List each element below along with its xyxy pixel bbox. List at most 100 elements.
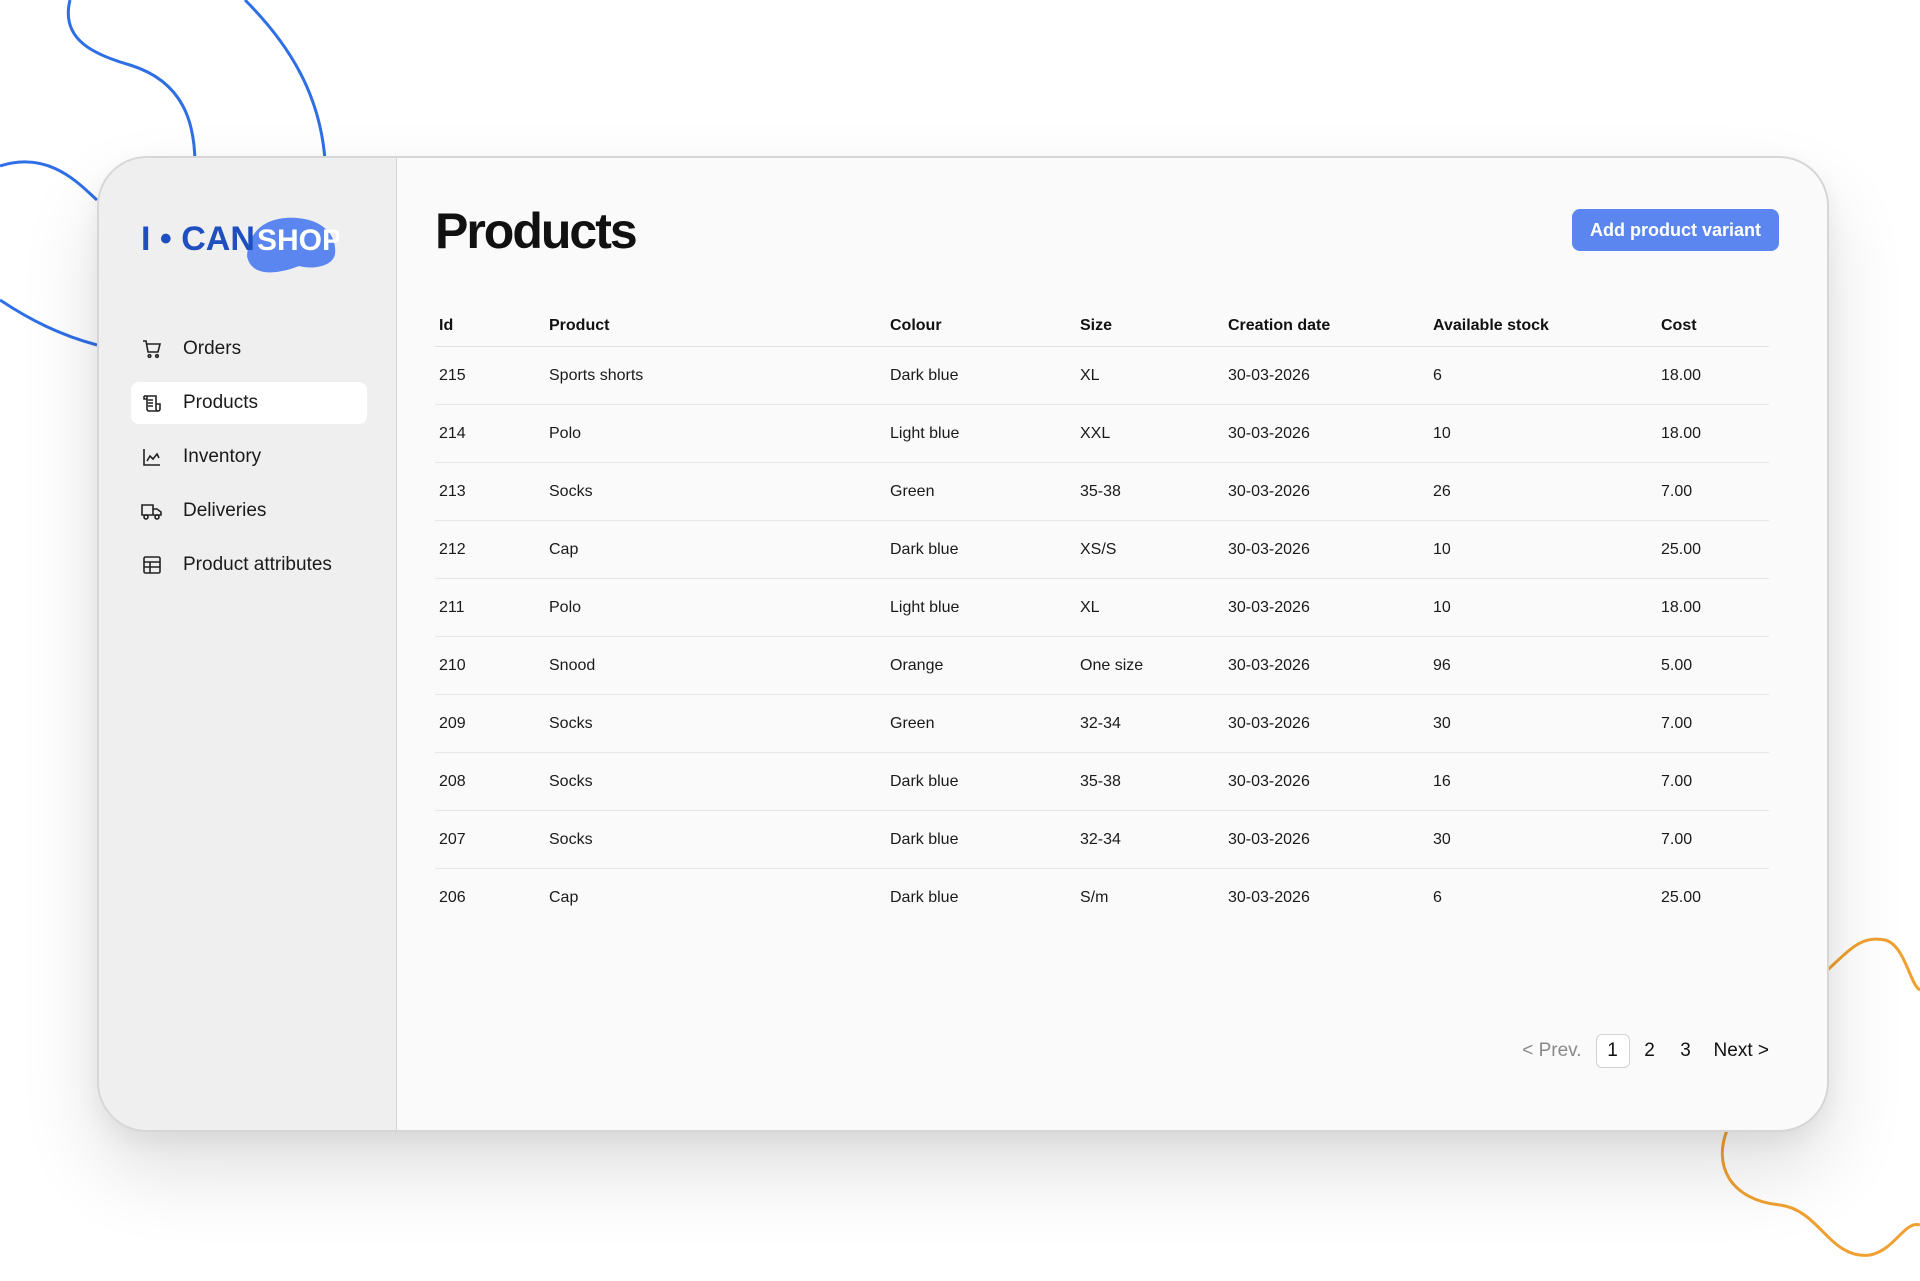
pagination-page-3[interactable]: 3 — [1670, 1035, 1702, 1067]
cell-size: 32-34 — [1076, 694, 1224, 753]
cell-available-stock: 30 — [1429, 694, 1657, 753]
blue-squiggle-right — [243, 0, 327, 161]
cell-id: 212 — [435, 520, 545, 579]
pagination-page-2[interactable]: 2 — [1634, 1035, 1666, 1067]
cell-colour: Dark blue — [886, 346, 1076, 405]
cell-colour: Dark blue — [886, 752, 1076, 811]
sidebar-item-label: Inventory — [183, 446, 262, 467]
sidebar-item-deliveries[interactable]: Deliveries — [131, 490, 367, 532]
table-header-row: Id Product Colour Size Creation date Ava… — [435, 306, 1769, 347]
logo-text-right: SHOP — [257, 224, 339, 257]
cell-available-stock: 96 — [1429, 636, 1657, 695]
sidebar-item-products[interactable]: Products — [131, 382, 367, 424]
sidebar-item-label: Deliveries — [183, 500, 267, 521]
cell-colour: Dark blue — [886, 520, 1076, 579]
sidebar-item-inventory[interactable]: Inventory — [131, 436, 367, 478]
column-header-available-stock[interactable]: Available stock — [1429, 306, 1657, 347]
column-header-id[interactable]: Id — [435, 306, 545, 347]
truck-icon — [141, 500, 163, 522]
sidebar-item-label: Orders — [183, 338, 242, 359]
cell-product: Socks — [545, 694, 886, 753]
cell-id: 206 — [439, 888, 466, 906]
pagination: < Prev. 1 2 3 Next > — [1522, 1034, 1769, 1068]
cell-colour: Light blue — [886, 404, 1076, 463]
sidebar-item-label: Products — [183, 392, 258, 413]
table-row[interactable]: 207 Socks Dark blue 32-34 30-03-2026 30 … — [435, 810, 1769, 869]
pagination-page-1[interactable]: 1 — [1595, 1034, 1630, 1068]
receipt-icon — [141, 392, 163, 414]
cell-colour: Green — [886, 462, 1076, 521]
cell-id: 208 — [435, 752, 545, 811]
cell-id: 214 — [435, 404, 545, 463]
cell-product: Snood — [545, 636, 886, 695]
cell-size: 35-38 — [1076, 752, 1224, 811]
cell-available-stock: 26 — [1429, 462, 1657, 521]
chart-icon — [141, 446, 163, 468]
table-row[interactable]: 209 Socks Green 32-34 30-03-2026 30 7.00 — [435, 694, 1769, 753]
table-row[interactable]: 210 Snood Orange One size 30-03-2026 96 … — [435, 636, 1769, 695]
cell-creation-date: 30-03-2026 — [1224, 404, 1429, 463]
sidebar-nav: Orders Products Inventory Deliveries Pro… — [131, 328, 367, 598]
cell-size: S/m — [1080, 888, 1109, 906]
cell-colour: Orange — [886, 636, 1076, 695]
cell-size: 35-38 — [1076, 462, 1224, 521]
table-row[interactable]: 215 Sports shorts Dark blue XL 30-03-202… — [435, 346, 1769, 405]
cell-product: Socks — [545, 810, 886, 869]
cell-creation-date: 30-03-2026 — [1224, 462, 1429, 521]
app-window: I • CAN SHOP Orders Products Inventory D… — [97, 156, 1829, 1132]
cell-size: 32-34 — [1076, 810, 1224, 869]
column-header-cost[interactable]: Cost — [1657, 306, 1769, 347]
pagination-prev-link[interactable]: < Prev. — [1522, 1040, 1581, 1062]
cell-cost: 18.00 — [1657, 404, 1769, 463]
cell-cost: 7.00 — [1657, 694, 1769, 753]
sidebar-item-label: Product attributes — [183, 554, 332, 575]
cell-cost: 7.00 — [1657, 810, 1769, 869]
cell-available-stock: 10 — [1429, 404, 1657, 463]
table-row[interactable]: 214 Polo Light blue XXL 30-03-2026 10 18… — [435, 404, 1769, 463]
cell-product: Socks — [545, 752, 886, 811]
logo-text-left: I • CAN — [141, 220, 255, 258]
cell-product: Sports shorts — [545, 346, 886, 405]
column-header-product[interactable]: Product — [545, 306, 886, 347]
cell-available-stock: 6 — [1429, 346, 1657, 405]
cell-size: XS/S — [1076, 520, 1224, 579]
sidebar: I • CAN SHOP Orders Products Inventory D… — [99, 158, 397, 1130]
pagination-next-link[interactable]: Next > — [1714, 1040, 1769, 1062]
table-icon — [141, 554, 163, 576]
sidebar-item-orders[interactable]: Orders — [131, 328, 367, 370]
cell-id: 215 — [435, 346, 545, 405]
cell-id: 209 — [435, 694, 545, 753]
column-header-creation-date[interactable]: Creation date — [1224, 306, 1429, 347]
column-header-size[interactable]: Size — [1076, 306, 1224, 347]
table-row[interactable]: 208 Socks Dark blue 35-38 30-03-2026 16 … — [435, 752, 1769, 811]
cell-available-stock: 16 — [1429, 752, 1657, 811]
cell-available-stock: 6 — [1433, 888, 1442, 906]
cell-colour: Green — [886, 694, 1076, 753]
cell-creation-date: 30-03-2026 — [1224, 694, 1429, 753]
brand-logo[interactable]: I • CAN SHOP — [139, 198, 339, 278]
table-row[interactable]: 211 Polo Light blue XL 30-03-2026 10 18.… — [435, 578, 1769, 637]
cell-product: Cap — [545, 520, 886, 579]
cell-cost: 25.00 — [1657, 520, 1769, 579]
main-content: Products Add product variant Id Product … — [397, 158, 1827, 1130]
table-row[interactable]: 213 Socks Green 35-38 30-03-2026 26 7.00 — [435, 462, 1769, 521]
cell-id: 213 — [435, 462, 545, 521]
cell-cost: 18.00 — [1657, 578, 1769, 637]
column-header-colour[interactable]: Colour — [886, 306, 1076, 347]
cell-creation-date: 30-03-2026 — [1228, 888, 1310, 906]
cell-colour: Dark blue — [886, 810, 1076, 869]
cell-product: Polo — [545, 578, 886, 637]
cell-creation-date: 30-03-2026 — [1224, 520, 1429, 579]
cell-product: Cap — [549, 888, 579, 906]
add-product-variant-button[interactable]: Add product variant — [1571, 209, 1779, 251]
products-table: Id Product Colour Size Creation date Ava… — [435, 306, 1769, 926]
cell-cost: 5.00 — [1657, 636, 1769, 695]
cell-creation-date: 30-03-2026 — [1224, 636, 1429, 695]
cell-available-stock: 30 — [1429, 810, 1657, 869]
cell-product: Polo — [545, 404, 886, 463]
table-row[interactable]: 212 Cap Dark blue XS/S 30-03-2026 10 25.… — [435, 520, 1769, 579]
cell-size: XL — [1076, 578, 1224, 637]
cell-size: XXL — [1076, 404, 1224, 463]
sidebar-item-product-attributes[interactable]: Product attributes — [131, 544, 367, 586]
table-row[interactable]: 206 Cap Dark blue S/m 30-03-2026 6 25.00 — [435, 869, 1769, 927]
